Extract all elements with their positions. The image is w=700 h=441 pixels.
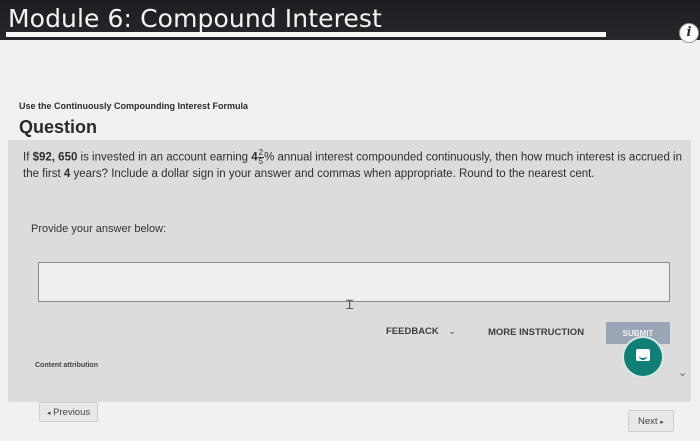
- chevron-down-icon: ⌄: [448, 327, 456, 336]
- question-heading: Question: [19, 117, 98, 137]
- rate-suffix: %: [264, 151, 275, 164]
- chevron-down-icon[interactable]: ⌄: [678, 366, 687, 379]
- chat-button[interactable]: [624, 338, 662, 376]
- module-title: Module 6: Compound Interest: [8, 4, 382, 33]
- module-header: Module 6: Compound Interest: [0, 0, 700, 40]
- chevron-right-icon: ▸: [660, 418, 664, 426]
- next-label: Next: [638, 415, 658, 427]
- feedback-button[interactable]: FEEDBACK ⌄: [386, 326, 455, 337]
- question-text-part: is invested in an account earning: [77, 151, 252, 164]
- title-underline: [6, 32, 606, 37]
- feedback-label: FEEDBACK: [386, 326, 439, 337]
- question-text-part: If: [23, 151, 33, 164]
- question-text-part: years? Include a dollar sign in your ans…: [70, 168, 595, 181]
- section-subheading: Use the Continuously Compounding Interes…: [19, 101, 249, 111]
- info-icon[interactable]: i: [679, 23, 699, 43]
- content-attribution[interactable]: Content attribution: [35, 362, 98, 369]
- text-cursor-icon: Ɪ: [346, 298, 354, 313]
- previous-button[interactable]: ◂ Previous: [39, 402, 99, 422]
- chat-icon: [636, 349, 650, 361]
- question-text: If $92, 650 is invested in an account ea…: [23, 149, 688, 183]
- answer-input[interactable]: [38, 262, 670, 302]
- next-button[interactable]: Next ▸: [628, 410, 674, 432]
- previous-label: Previous: [53, 406, 91, 418]
- principal-amount: $92, 650: [32, 151, 78, 164]
- more-instruction-button[interactable]: MORE INSTRUCTION: [488, 327, 584, 338]
- answer-label: Provide your answer below:: [31, 223, 167, 235]
- chevron-left-icon: ◂: [47, 409, 51, 417]
